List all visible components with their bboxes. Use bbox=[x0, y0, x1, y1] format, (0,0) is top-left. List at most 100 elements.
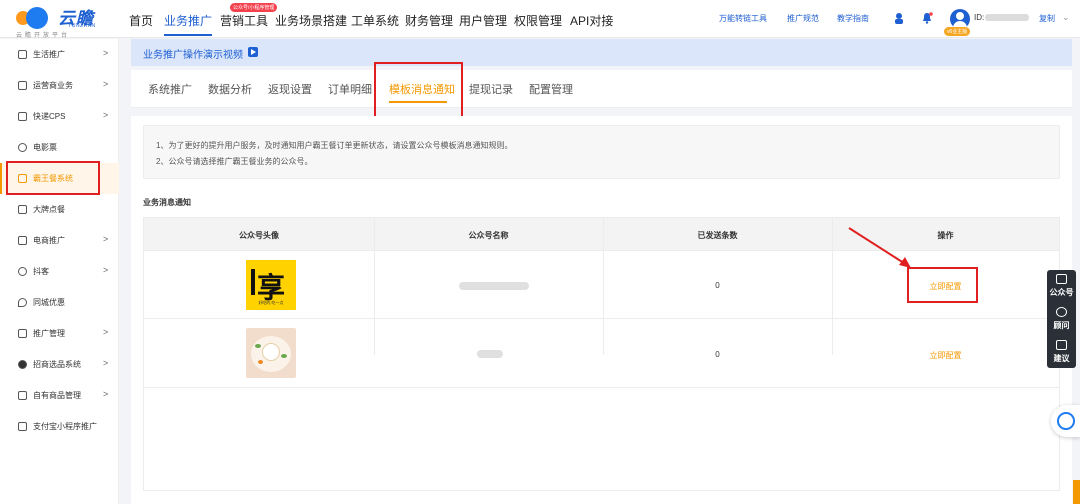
account-avatar bbox=[246, 328, 296, 378]
link-promotion-rules[interactable]: 推广规范 bbox=[787, 13, 819, 24]
nav-permissions[interactable]: 权限管理 bbox=[514, 12, 562, 29]
notice-line-1: 1、为了更好的提升用户服务，及时通知用户霸王餐订单更新状态，请设置公众号模板消息… bbox=[156, 141, 513, 150]
brand-sub: YUNZHAN bbox=[68, 23, 96, 29]
notice-box: 1、为了更好的提升用户服务，及时通知用户霸王餐订单更新状态，请设置公众号模板消息… bbox=[143, 125, 1060, 179]
sidebar-item-label: 电商推广 bbox=[33, 236, 65, 245]
chevron-right-icon: > bbox=[103, 389, 109, 399]
chevron-right-icon: > bbox=[103, 79, 109, 89]
highlight-box-tab bbox=[374, 62, 463, 118]
sidebar-item-express[interactable]: 快递CPS > bbox=[0, 101, 119, 132]
sidebar-item-label: 同城优惠 bbox=[33, 298, 65, 307]
help-bubble[interactable] bbox=[1051, 405, 1080, 437]
sidebar-item-own-products[interactable]: 自有商品管理 > bbox=[0, 380, 119, 411]
sidebar-item-label: 生活推广 bbox=[33, 50, 65, 59]
sidebar-item-label: 电影票 bbox=[33, 143, 57, 152]
nav-badge: 公众号/小程序管理 bbox=[230, 3, 278, 12]
nav-ticket-system[interactable]: 工单系统 bbox=[351, 12, 399, 29]
nav-api[interactable]: API对接 bbox=[570, 12, 613, 29]
chevron-right-icon: > bbox=[103, 110, 109, 120]
sidebar-item-label: 支付宝小程序推广 bbox=[33, 422, 97, 431]
header-name: 公众号名称 bbox=[468, 231, 509, 240]
nav-active-underline bbox=[164, 34, 212, 36]
notification-table: 公众号头像 公众号名称 已发送条数 操作 享 好吃的 吃一点 0 立即配置 0 … bbox=[143, 217, 1060, 491]
douyin-icon bbox=[18, 267, 27, 276]
video-banner[interactable]: 业务推广操作演示视频 bbox=[131, 39, 1072, 66]
sidebar-item-label: 推广管理 bbox=[33, 329, 65, 338]
table-header: 公众号头像 公众号名称 已发送条数 操作 bbox=[144, 218, 1059, 251]
nav-business-promotion[interactable]: 业务推广 bbox=[164, 12, 212, 29]
edit-icon bbox=[1056, 340, 1067, 350]
play-icon[interactable] bbox=[248, 47, 258, 57]
float-consultant[interactable]: 顾问 bbox=[1047, 303, 1076, 335]
chevron-right-icon: > bbox=[103, 48, 109, 58]
user-id-masked bbox=[985, 14, 1029, 21]
nav-user-management[interactable]: 用户管理 bbox=[459, 12, 507, 29]
sidebar-item-label: 抖客 bbox=[33, 267, 49, 276]
float-toolbar: 公众号 顾问 建议 bbox=[1047, 270, 1076, 368]
sidebar-item-label: 自有商品管理 bbox=[33, 391, 81, 400]
float-label: 建议 bbox=[1053, 354, 1070, 363]
float-label: 公众号 bbox=[1049, 288, 1074, 297]
brand-logo[interactable]: 云瞻 YUNZHAN 云瞻开放平台 bbox=[10, 2, 116, 39]
float-label: 顾问 bbox=[1053, 321, 1070, 330]
nav-marketing-tools[interactable]: 营销工具 bbox=[220, 12, 268, 29]
nav-home[interactable]: 首页 bbox=[129, 12, 153, 29]
bell-icon[interactable] bbox=[921, 12, 933, 24]
configure-now-button[interactable]: 立即配置 bbox=[832, 350, 1059, 361]
tab-config-management[interactable]: 配置管理 bbox=[529, 81, 573, 97]
sidebar-item-label: 招商选品系统 bbox=[33, 360, 81, 369]
account-name-masked bbox=[459, 282, 529, 290]
sidebar-item-ecommerce[interactable]: 电商推广 > bbox=[0, 225, 119, 256]
content-panel: 1、为了更好的提升用户服务，及时通知用户霸王餐订单更新状态，请设置公众号模板消息… bbox=[131, 116, 1072, 504]
chevron-right-icon: > bbox=[103, 234, 109, 244]
sidebar: 生活推广 > 运营商业务 > 快递CPS > 电影票 霸王餐系统 大牌点餐 电商… bbox=[0, 39, 119, 504]
life-icon bbox=[18, 50, 27, 59]
shop-icon bbox=[18, 236, 27, 245]
sidebar-item-local-deals[interactable]: 同城优惠 bbox=[0, 287, 119, 318]
tab-system-promotion[interactable]: 系统推广 bbox=[148, 81, 192, 97]
sent-count: 0 bbox=[715, 350, 720, 359]
movie-icon bbox=[18, 143, 27, 152]
sidebar-item-merchant-selection[interactable]: 招商选品系统 > bbox=[0, 349, 119, 380]
user-id-label: ID: bbox=[974, 13, 985, 22]
sidebar-item-label: 运营商业务 bbox=[33, 81, 73, 90]
sidebar-item-movie[interactable]: 电影票 bbox=[0, 132, 119, 163]
account-avatar: 享 好吃的 吃一点 bbox=[246, 260, 296, 310]
sidebar-item-life[interactable]: 生活推广 > bbox=[0, 39, 119, 70]
sidebar-item-carrier[interactable]: 运营商业务 > bbox=[0, 70, 119, 101]
house-icon bbox=[18, 329, 27, 338]
chevron-right-icon: > bbox=[103, 358, 109, 368]
target-icon bbox=[18, 360, 27, 369]
link-tutorial[interactable]: 教学指南 bbox=[837, 13, 869, 24]
sidebar-item-brand-meal[interactable]: 大牌点餐 bbox=[0, 194, 119, 225]
table-row: 0 立即配置 bbox=[144, 320, 1059, 388]
top-bar: 云瞻 YUNZHAN 云瞻开放平台 首页 业务推广 公众号/小程序管理 营销工具… bbox=[0, 0, 1080, 39]
account-name-masked bbox=[477, 350, 503, 358]
nav-finance[interactable]: 财务管理 bbox=[405, 12, 453, 29]
chart-icon bbox=[18, 205, 27, 214]
highlight-box-sidebar bbox=[6, 161, 100, 195]
user-avatar[interactable] bbox=[950, 9, 970, 29]
link-universal-converter[interactable]: 万能转链工具 bbox=[719, 13, 767, 24]
edge-tab[interactable] bbox=[1073, 480, 1080, 504]
chevron-right-icon: > bbox=[103, 327, 109, 337]
chevron-down-icon[interactable]: ⌄ bbox=[1062, 12, 1070, 23]
tab-order-details[interactable]: 订单明细 bbox=[328, 81, 372, 97]
header-sent-count: 已发送条数 bbox=[697, 231, 738, 240]
chevron-right-icon: > bbox=[103, 265, 109, 275]
sidebar-item-alipay-miniprogram[interactable]: 支付宝小程序推广 bbox=[0, 411, 119, 442]
section-title: 业务消息通知 bbox=[143, 198, 191, 207]
sidebar-item-promo-management[interactable]: 推广管理 > bbox=[0, 318, 119, 349]
float-suggestion[interactable]: 建议 bbox=[1047, 336, 1076, 368]
logo-mark-icon bbox=[16, 6, 56, 29]
float-official-account[interactable]: 公众号 bbox=[1047, 270, 1076, 302]
sidebar-item-douke[interactable]: 抖客 > bbox=[0, 256, 119, 287]
tab-cashback-settings[interactable]: 返现设置 bbox=[268, 81, 312, 97]
tab-data-analysis[interactable]: 数据分析 bbox=[208, 81, 252, 97]
bag-icon bbox=[18, 391, 27, 400]
headset-icon[interactable] bbox=[893, 12, 905, 24]
copy-id-link[interactable]: 复制 bbox=[1039, 13, 1055, 24]
nav-scenario-builder[interactable]: 业务场景搭建 bbox=[275, 12, 347, 29]
tab-withdrawal-records[interactable]: 提现记录 bbox=[469, 81, 513, 97]
avatar-caption: 好吃的 吃一点 bbox=[258, 300, 284, 305]
